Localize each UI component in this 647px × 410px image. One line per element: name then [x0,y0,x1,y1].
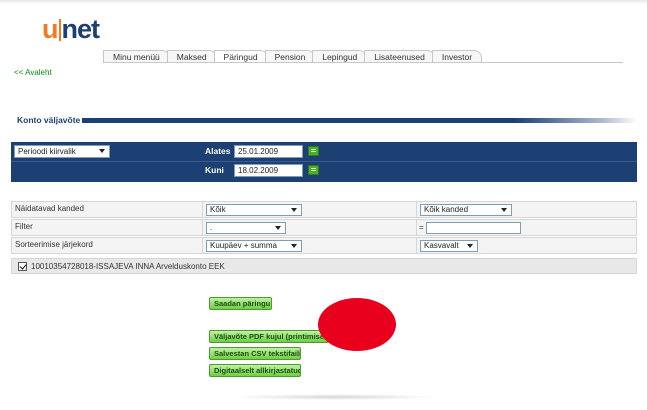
chevron-down-icon [501,208,507,212]
cell-divider [416,220,417,235]
filter-row-filter: Filter . = [11,219,637,236]
cell-divider [416,202,417,217]
sort-direction-value: Kasvavalt [424,241,459,250]
cell-divider [202,238,203,253]
filter-value-input[interactable] [426,222,521,234]
calendar-icon[interactable] [308,146,319,156]
account-row: 10010354728018-ISSAJEVA INNA Arvelduskon… [11,258,637,274]
filter-row-shown-entries: Näidatavad kanded Kõik Kõik kanded [11,201,637,218]
filter-field-value: . [210,223,213,232]
entries-type-select[interactable]: Kõik kanded [420,204,512,216]
account-label: 10010354728018-ISSAJEVA INNA Arvelduskon… [31,262,225,271]
row-label: Sorteerimise järjekord [15,240,93,249]
equals-sign: = [419,223,424,232]
tabs-baseline [103,62,623,63]
sort-direction-select[interactable]: Kasvavalt [420,240,478,252]
logo-divider [58,19,61,41]
chevron-down-icon [275,226,281,230]
cell-divider [202,220,203,235]
red-highlight-overlay [318,298,396,351]
row-label: Filter [15,222,33,231]
digitally-signed-button[interactable]: Digitaalselt allkirjastatud [209,364,301,377]
logo-u: u [42,14,58,44]
chevron-down-icon [291,244,297,248]
send-query-button[interactable]: Saadan päringu [209,297,272,310]
account-checkbox[interactable] [18,262,27,271]
back-to-home-link[interactable]: << Avaleht [14,68,52,77]
entries-select[interactable]: Kõik [206,204,302,216]
row-label: Näidatavad kanded [15,204,84,213]
quick-period-value: Perioodi kiirvalik [18,147,76,156]
chevron-down-icon [291,208,297,212]
quick-period-select[interactable]: Perioodi kiirvalik [14,145,110,158]
cell-divider [416,238,417,253]
page-title: Konto väljavõte [17,115,81,125]
sort-field-value: Kuupäev + summa [210,241,277,250]
save-csv-button[interactable]: Salvestan CSV tekstifaili [209,347,301,360]
to-date-label: Kuni [205,165,224,175]
filter-row-sort-order: Sorteerimise järjekord Kuupäev + summa K… [11,237,637,254]
sort-field-select[interactable]: Kuupäev + summa [206,240,302,252]
from-date-input[interactable]: 25.01.2009 [234,145,303,158]
filter-field-select[interactable]: . [206,222,286,234]
chevron-down-icon [467,244,473,248]
entries-type-value: Kõik kanded [424,205,469,214]
chevron-down-icon [99,149,105,153]
title-rule [82,118,637,123]
top-border [0,0,647,4]
entries-select-value: Kõik [210,205,226,214]
logo-net: net [61,14,100,44]
period-divider [11,161,637,162]
to-date-input[interactable]: 18.02.2009 [234,164,303,177]
bottom-shadow [230,394,440,400]
calendar-icon[interactable] [308,165,319,175]
pdf-statement-button[interactable]: Väljavõte PDF kujul (printimiseks) [209,330,329,343]
unet-logo[interactable]: u net [42,14,100,44]
cell-divider [202,202,203,217]
from-date-label: Alates [205,146,231,156]
